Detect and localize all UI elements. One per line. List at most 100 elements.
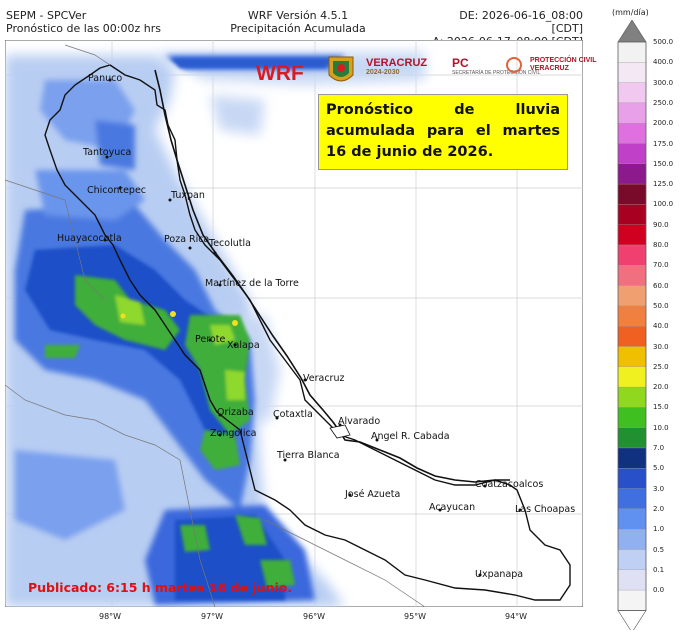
header-agency: SEPM - SPCVer <box>6 9 87 22</box>
header-model-version: WRF Versión 4.5.1 <box>247 9 349 22</box>
colorbar-level-label: 5.0 <box>653 464 665 473</box>
colorbar-swatch <box>617 589 647 611</box>
colorbar-swatch <box>617 427 647 449</box>
wrf-logo: WRF <box>256 62 304 85</box>
colorbar-swatch <box>617 82 647 104</box>
colorbar-level-label: 300.0 <box>653 78 674 87</box>
city-label: Chicontepec <box>87 185 147 196</box>
colorbar-swatch <box>617 123 647 144</box>
colorbar-level-label: 60.0 <box>653 281 669 290</box>
header-valid-from: DE: 2026-06-16_08:00 [CDT] <box>459 9 583 35</box>
city-label: Zongolica <box>210 428 257 439</box>
colorbar-level-label: 0.1 <box>653 565 665 574</box>
colorbar-swatch <box>617 163 647 185</box>
colorbar-swatch <box>617 549 647 570</box>
colorbar-level-label: 3.0 <box>653 484 665 493</box>
colorbar-swatch <box>617 285 647 307</box>
longitude-tick: 94°W <box>505 612 528 621</box>
colorbar-swatch <box>617 326 647 347</box>
colorbar-level-label: 150.0 <box>653 159 674 168</box>
longitude-tick: 97°W <box>201 612 224 621</box>
colorbar-level-label: 125.0 <box>653 180 674 189</box>
colorbar-swatch <box>617 143 647 164</box>
colorbar-swatch <box>617 346 647 367</box>
colorbar-level-label: 0.0 <box>653 586 665 595</box>
colorbar-level-label: 500.0 <box>653 38 674 46</box>
colorbar-swatch <box>617 508 647 530</box>
colorbar-swatch <box>617 224 647 246</box>
colorbar-swatch <box>617 366 647 388</box>
city-label: Tuxpan <box>171 190 205 201</box>
colorbar-level-label: 2.0 <box>653 504 665 513</box>
colorbar-swatch <box>617 244 647 266</box>
proteccion-civil-veracruz-logo: PROTECCIÓN CIVIL VERACRUZ <box>506 57 597 73</box>
colorbar-swatch <box>617 386 647 408</box>
header-variable: Precipitación Acumulada <box>230 22 366 35</box>
colorbar-swatch <box>617 569 647 591</box>
colorbar-swatch <box>617 204 647 225</box>
colorbar-unit: (mm/día) <box>612 8 649 17</box>
header-model-info: SEPM - SPCVer Pronóstico de las 00:00z h… <box>6 9 161 35</box>
longitude-tick: 95°W <box>404 612 427 621</box>
city-label: Tantoyuca <box>83 147 132 158</box>
colorbar-level-label: 175.0 <box>653 139 674 148</box>
colorbar-max-tip <box>617 20 647 43</box>
colorbar-level-label: 30.0 <box>653 342 669 351</box>
published-note: Publicado: 6:15 h martes 16 de junio. <box>28 580 293 595</box>
colorbar-swatch <box>617 529 647 550</box>
colorbar-level-label: 400.0 <box>653 58 674 67</box>
colorbar-level-label: 100.0 <box>653 200 674 209</box>
city-label: Las Choapas <box>515 504 576 515</box>
longitude-tick: 96°W <box>303 612 326 621</box>
colorbar-level-label: 250.0 <box>653 98 674 107</box>
colorbar-swatch <box>617 183 647 205</box>
veracruz-seal-icon <box>328 56 354 82</box>
precipitation-colorbar <box>617 20 647 630</box>
colorbar-level-label: 40.0 <box>653 322 669 331</box>
colorbar-swatch <box>617 305 647 327</box>
city-label: Poza Rica <box>164 234 210 245</box>
colorbar-swatch <box>617 407 647 428</box>
colorbar-swatch <box>617 265 647 286</box>
colorbar-level-label: 15.0 <box>653 403 669 412</box>
colorbar-swatch <box>617 447 647 469</box>
header-forecast-run: Pronóstico de las 00:00z hrs <box>6 22 161 35</box>
city-label: Alvarado <box>338 416 381 427</box>
city-label: Tierra Blanca <box>277 450 340 461</box>
longitude-tick: 98°W <box>99 612 122 621</box>
colorbar-level-label: 0.5 <box>653 545 665 554</box>
colorbar-swatch <box>617 41 647 63</box>
city-label: Orizaba <box>217 407 254 418</box>
city-label: Angel R. Cabada <box>371 431 450 442</box>
veracruz-government-logo: VERACRUZ 2024-2030 <box>366 57 428 77</box>
colorbar-level-label: 200.0 <box>653 119 674 128</box>
colorbar-swatch <box>617 488 647 510</box>
colorbar-level-label: 50.0 <box>653 301 669 310</box>
colorbar-level-label: 20.0 <box>653 383 669 392</box>
colorbar-swatch <box>617 468 647 489</box>
city-label: Acayucan <box>429 502 476 513</box>
colorbar-level-label: 70.0 <box>653 261 669 270</box>
colorbar-level-label: 1.0 <box>653 525 665 534</box>
city-label: Veracruz <box>303 373 345 384</box>
colorbar-level-label: 7.0 <box>653 444 665 452</box>
colorbar-min-tip <box>617 610 647 630</box>
header-title: WRF Versión 4.5.1 Precipitación Acumulad… <box>228 9 368 35</box>
colorbar-swatch <box>617 62 647 83</box>
colorbar-level-label: 80.0 <box>653 241 669 249</box>
city-label: Tecolutla <box>209 238 251 249</box>
city-label: José Azueta <box>345 489 401 500</box>
forecast-callout: Pronóstico de lluvia acumulada para el m… <box>318 94 568 170</box>
colorbar-level-label: 90.0 <box>653 220 669 229</box>
city-label: Xalapa <box>227 340 260 351</box>
city-label: Coatzacoalcos <box>475 479 544 490</box>
city-label: Perote <box>195 334 226 345</box>
city-label: Martínez de la Torre <box>205 278 299 289</box>
city-label: Uxpanapa <box>475 569 524 580</box>
city-label: Cotaxtla <box>273 409 313 420</box>
colorbar-level-label: 10.0 <box>653 423 669 432</box>
city-label: Huayacocotla <box>57 233 122 244</box>
colorbar-level-label: 25.0 <box>653 362 669 371</box>
proteccion-civil-icon <box>506 57 522 73</box>
city-label: Panuco <box>88 73 123 84</box>
